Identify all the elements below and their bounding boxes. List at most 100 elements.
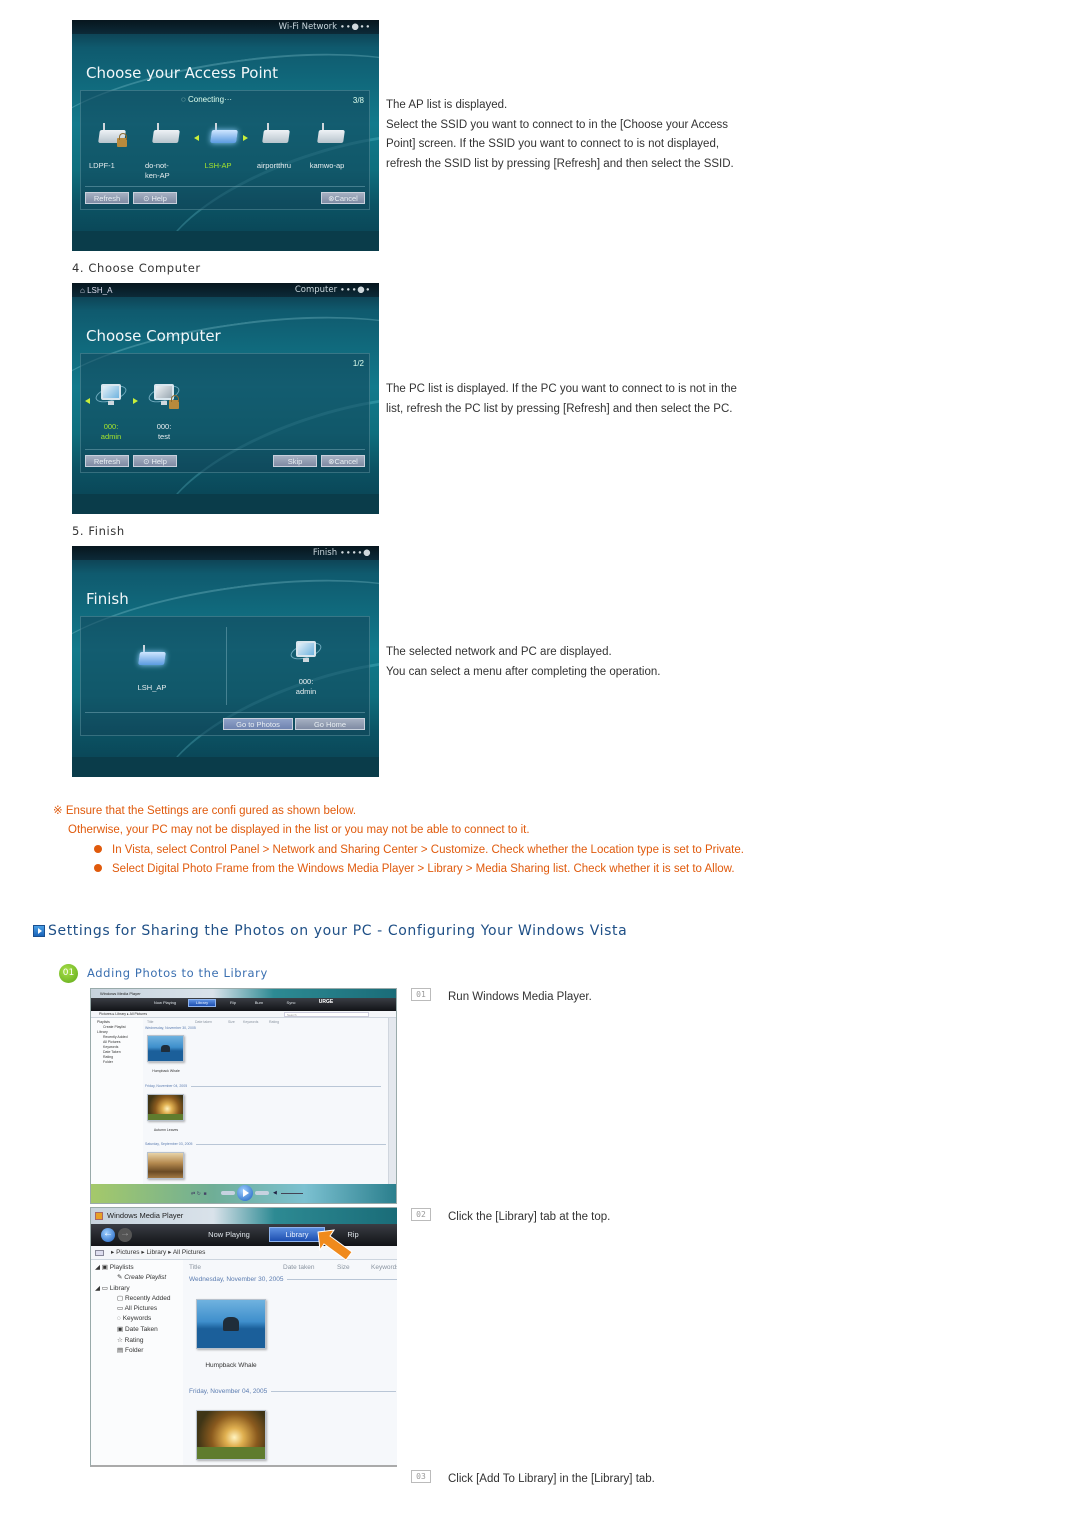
create-playlist-icon: ✎ — [117, 1274, 123, 1281]
search-input[interactable]: Search — [284, 1012, 369, 1017]
spinner-icon: ◌ — [181, 95, 186, 104]
urge-brand[interactable]: URGE — [316, 999, 336, 1005]
shuffle-repeat-icons[interactable]: ⇄ ↻ ■ — [191, 1191, 207, 1197]
calendar-icon: ▣ — [117, 1326, 124, 1333]
play-button[interactable] — [237, 1185, 253, 1201]
ap-label: do-not-ken-AP — [145, 161, 170, 180]
sidebar-rating[interactable]: ☆ Rating — [117, 1336, 143, 1344]
date-group-header: Wednesday, November 30, 2005 — [145, 1026, 196, 1030]
cancel-button[interactable]: ⊗Cancel — [321, 455, 365, 467]
tab-library[interactable]: Library — [188, 999, 216, 1007]
skip-button[interactable]: Skip — [273, 455, 317, 467]
access-point-lsh-ap[interactable] — [210, 123, 238, 143]
settings-note-warning: Otherwise, your PC may not be displayed … — [68, 824, 530, 836]
breadcrumb-all-pictures[interactable]: All Pictures — [173, 1249, 206, 1256]
access-point-kamwo-ap[interactable] — [317, 123, 345, 143]
screen-breadcrumb: Wi-Fi Network ∙∙●∙∙ — [278, 22, 371, 32]
column-header-size[interactable]: Size — [228, 1020, 235, 1024]
breadcrumb-library[interactable]: Library — [146, 1249, 166, 1256]
recently-added-icon: ▢ — [117, 1295, 124, 1302]
star-icon: ☆ — [117, 1337, 123, 1344]
arrow-right-icon[interactable] — [243, 135, 248, 141]
sidebar-all-pictures[interactable]: All Pictures — [103, 1040, 121, 1044]
sidebar-date-taken[interactable]: Date Taken — [103, 1050, 121, 1054]
page-indicator: 3/8 — [352, 96, 364, 105]
connecting-status: ◌ Conecting··· — [181, 95, 233, 104]
photo-thumbnail-whale[interactable] — [147, 1035, 184, 1062]
network-indicator: ⌂ LSH_A — [80, 286, 113, 295]
tab-now-playing[interactable]: Now Playing — [199, 1229, 259, 1241]
arrow-left-icon[interactable] — [85, 398, 90, 404]
forward-button[interactable]: → — [118, 1228, 132, 1242]
back-arrow-icon: ← — [103, 1228, 113, 1239]
column-header-size[interactable]: Size — [337, 1264, 350, 1271]
sidebar-keywords[interactable]: ◌ Keywords — [117, 1315, 151, 1322]
sidebar-folder[interactable]: Folder — [103, 1060, 113, 1064]
sidebar-playlists[interactable]: Playlists — [97, 1020, 110, 1024]
help-button[interactable]: ⊙ Help — [133, 455, 177, 467]
scrollbar[interactable] — [388, 1018, 396, 1186]
sidebar-library[interactable]: Library — [97, 1030, 108, 1034]
sidebar-playlists[interactable]: ◢ ▣ Playlists — [95, 1263, 134, 1271]
photo-thumbnail-tree[interactable] — [147, 1152, 184, 1179]
sidebar-keywords[interactable]: Keywords — [103, 1045, 118, 1049]
arrow-left-icon[interactable] — [194, 135, 199, 141]
sidebar-library[interactable]: ◢ ▭ Library — [95, 1284, 130, 1292]
column-header-date-taken[interactable]: Date taken — [283, 1264, 314, 1271]
volume-icon[interactable]: ◀ — [273, 1190, 277, 1196]
sidebar-folder[interactable]: ▤ Folder — [117, 1346, 143, 1354]
screen-title: Finish — [86, 590, 129, 608]
pictures-icon — [95, 1250, 104, 1256]
column-header-title[interactable]: Title — [189, 1264, 201, 1271]
pc-label: 000: admin — [295, 677, 317, 696]
go-to-photos-button[interactable]: Go to Photos — [223, 718, 293, 730]
cancel-button[interactable]: ⊗Cancel — [321, 192, 365, 204]
sidebar-all-pictures[interactable]: ▭ All Pictures — [117, 1304, 157, 1312]
column-header-keywords[interactable]: Keywords — [371, 1264, 397, 1271]
step-label-choose-computer: 4. Choose Computer — [72, 261, 201, 275]
tab-now-playing[interactable]: Now Playing — [149, 1000, 181, 1005]
go-home-button[interactable]: Go Home — [295, 718, 365, 730]
access-point-panel: ◌ Conecting··· 3/8 LDPF-1 do-not-ken-AP … — [80, 90, 370, 210]
tab-sync[interactable]: Sync — [281, 1000, 301, 1005]
access-point-airportthru[interactable] — [262, 123, 290, 143]
sidebar-create-playlist[interactable]: ✎ Create Playlist — [117, 1273, 166, 1281]
help-button[interactable]: ⊙ Help — [133, 192, 177, 204]
column-header-rating[interactable]: Rating — [269, 1020, 279, 1024]
tab-rip[interactable]: Rip — [223, 1000, 243, 1005]
previous-button[interactable] — [221, 1191, 235, 1195]
subsection-number-badge: 01 — [59, 964, 78, 983]
column-header-title[interactable]: Title — [147, 1020, 153, 1024]
ap-label: kamwo-ap — [309, 161, 345, 170]
refresh-button[interactable]: Refresh — [85, 192, 129, 204]
sidebar-create-playlist[interactable]: Create Playlist — [103, 1025, 126, 1029]
breadcrumb-pictures[interactable]: Pictures — [116, 1249, 139, 1256]
date-group-header: Friday, November 04, 2005 — [145, 1084, 382, 1088]
volume-slider[interactable] — [281, 1193, 303, 1194]
arrow-right-icon[interactable] — [133, 398, 138, 404]
photo-thumbnail-leaves[interactable] — [147, 1094, 184, 1121]
photo-thumbnail-leaves[interactable] — [196, 1410, 266, 1460]
step-text: Run Windows Media Player. — [448, 991, 592, 1003]
computer-admin[interactable] — [93, 382, 129, 408]
tab-burn[interactable]: Burn — [249, 1000, 269, 1005]
wmp-sidebar: ◢ ▣ Playlists ✎ Create Playlist ◢ ▭ Libr… — [91, 1260, 183, 1465]
date-group-header: Friday, November 04, 2005 — [189, 1388, 397, 1395]
sidebar-recently-added[interactable]: ▢ Recently Added — [117, 1294, 171, 1302]
wmp-nav-bar: Now Playing Library Rip Burn Sync URGE — [91, 998, 396, 1011]
access-point-do-not-ken-ap[interactable] — [152, 123, 180, 143]
section-arrow-icon — [33, 925, 45, 937]
column-header-keywords[interactable]: Keywords — [243, 1020, 258, 1024]
sidebar-rating[interactable]: Rating — [103, 1055, 113, 1059]
back-button[interactable]: ← — [101, 1228, 115, 1242]
computer-icon — [288, 639, 324, 665]
refresh-button[interactable]: Refresh — [85, 455, 129, 467]
sidebar-recently-added[interactable]: Recently Added — [103, 1035, 128, 1039]
photo-thumbnail-whale[interactable] — [196, 1299, 266, 1349]
photo-caption: Humpback Whale — [205, 1362, 257, 1369]
screen-breadcrumb: Computer ∙∙∙●∙ — [294, 285, 371, 295]
sidebar-date-taken[interactable]: ▣ Date Taken — [117, 1325, 158, 1333]
next-button[interactable] — [255, 1191, 269, 1195]
column-header-date-taken[interactable]: Date taken — [195, 1020, 212, 1024]
access-point-screenshot: Wi-Fi Network ∙∙●∙∙ Choose your Access P… — [72, 20, 379, 251]
